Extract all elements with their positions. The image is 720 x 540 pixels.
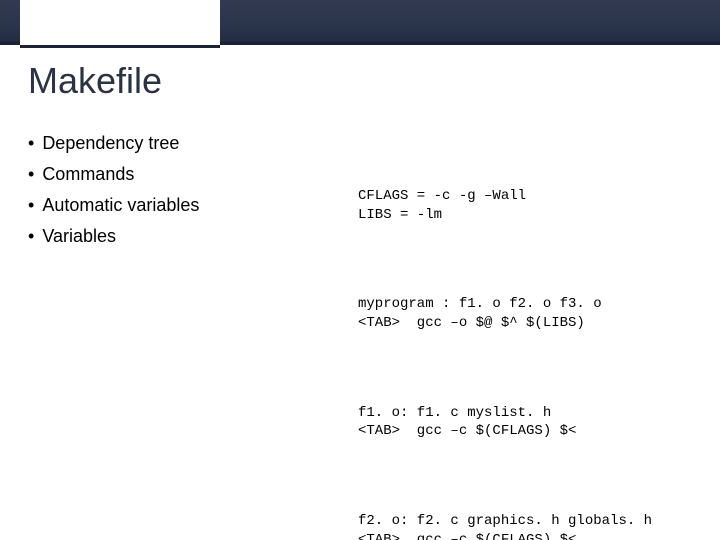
list-item-label: Variables [42,223,116,250]
bullet-icon: • [28,161,34,188]
slide-title: Makefile [28,60,162,102]
code-line: <TAB> gcc –o $@ $^ $(LIBS) [358,315,585,331]
list-item-label: Automatic variables [42,192,199,219]
list-item: • Variables [28,223,328,250]
code-block-myprogram: myprogram : f1. o f2. o f3. o <TAB> gcc … [358,276,692,333]
list-item: • Dependency tree [28,130,328,157]
slide: Makefile • Dependency tree • Commands • … [0,0,720,540]
code-block-f1: f1. o: f1. c myslist. h <TAB> gcc –c $(C… [358,385,692,442]
bullet-icon: • [28,223,34,250]
top-banner-cutout [20,0,220,48]
code-block-f2: f2. o: f2. c graphics. h globals. h <TAB… [358,493,692,540]
code-line: LIBS = -lm [358,207,442,223]
code-line: f1. o: f1. c myslist. h [358,405,551,421]
list-item: • Automatic variables [28,192,328,219]
content-row: • Dependency tree • Commands • Automatic… [28,130,692,540]
code-line: <TAB> gcc –c $(CFLAGS) $< [358,423,576,439]
list-item: • Commands [28,161,328,188]
list-item-label: Dependency tree [42,130,179,157]
code-block-vars: CFLAGS = -c -g –Wall LIBS = -lm [358,168,692,225]
code-line: f2. o: f2. c graphics. h globals. h [358,513,652,529]
code-line: myprogram : f1. o f2. o f3. o [358,296,602,312]
code-line: CFLAGS = -c -g –Wall [358,188,526,204]
code-panel: CFLAGS = -c -g –Wall LIBS = -lm myprogra… [358,130,692,540]
bullet-icon: • [28,130,34,157]
list-item-label: Commands [42,161,134,188]
bullet-icon: • [28,192,34,219]
code-line: <TAB> gcc –c $(CFLAGS) $< [358,532,576,540]
bullet-list: • Dependency tree • Commands • Automatic… [28,130,328,540]
